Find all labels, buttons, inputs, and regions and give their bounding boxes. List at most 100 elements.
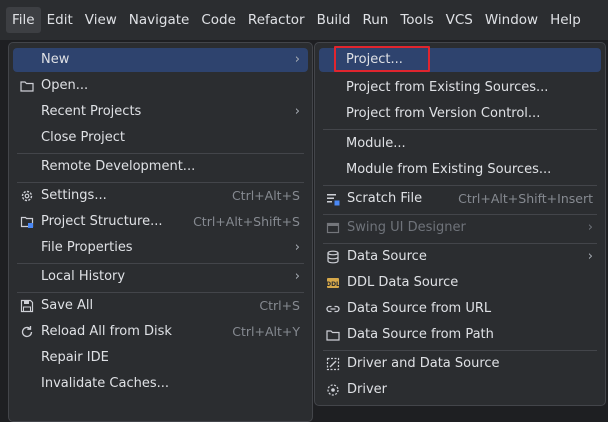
swing-designer-icon xyxy=(325,220,341,236)
menu-separator xyxy=(17,182,304,183)
link-icon xyxy=(325,301,341,317)
new-project-existing-sources[interactable]: Project from Existing Sources... xyxy=(319,76,601,100)
new-module[interactable]: Module... xyxy=(319,132,601,156)
menu-separator xyxy=(323,350,597,351)
chevron-right-icon: › xyxy=(294,52,300,67)
menu-help[interactable]: Help xyxy=(544,7,587,33)
new-project-existing-sources-label: Project from Existing Sources... xyxy=(346,80,549,95)
menu-refactor[interactable]: Refactor xyxy=(242,7,311,33)
new-driver-label: Driver xyxy=(347,382,388,397)
new-project-vcs-label: Project from Version Control... xyxy=(346,106,541,121)
new-swing-ui-designer-label: Swing UI Designer xyxy=(347,220,466,235)
svg-text:DDL: DDL xyxy=(326,281,340,288)
file-menu-new-label: New xyxy=(41,52,70,67)
file-menu-invalidate-caches-label: Invalidate Caches... xyxy=(41,376,170,391)
file-menu-recent-projects[interactable]: Recent Projects › xyxy=(13,100,308,124)
file-menu-local-history[interactable]: Local History › xyxy=(13,265,308,289)
database-icon xyxy=(325,249,341,265)
main-menu-bar: File Edit View Navigate Code Refactor Bu… xyxy=(0,0,608,41)
file-menu-close-project[interactable]: Close Project xyxy=(13,126,308,150)
file-menu-file-properties[interactable]: File Properties › xyxy=(13,236,308,260)
file-menu-reload-all-label: Reload All from Disk xyxy=(41,324,172,339)
chevron-right-icon: › xyxy=(294,269,300,284)
file-menu-save-all-label: Save All xyxy=(41,298,94,313)
new-scratch-file[interactable]: Scratch File Ctrl+Alt+Shift+Insert xyxy=(319,187,601,211)
file-menu-reload-all-shortcut: Ctrl+Alt+Y xyxy=(232,324,300,339)
new-driver-and-data-source-label: Driver and Data Source xyxy=(347,356,500,371)
menu-navigate[interactable]: Navigate xyxy=(123,7,196,33)
save-icon xyxy=(19,298,35,314)
scratch-file-icon xyxy=(325,191,341,207)
menu-separator xyxy=(17,292,304,293)
menu-file[interactable]: File xyxy=(6,7,41,33)
file-menu-repair-ide[interactable]: Repair IDE xyxy=(13,346,308,370)
chevron-right-icon: › xyxy=(294,240,300,255)
new-scratch-file-label: Scratch File xyxy=(347,191,423,206)
new-data-source-url[interactable]: Data Source from URL xyxy=(319,297,601,321)
file-menu-reload-all[interactable]: Reload All from Disk Ctrl+Alt+Y xyxy=(13,320,308,344)
menu-window[interactable]: Window xyxy=(479,7,544,33)
file-menu-remote-development-label: Remote Development... xyxy=(41,159,196,174)
file-menu-file-properties-label: File Properties xyxy=(41,240,133,255)
new-ddl-data-source[interactable]: DDL DDL Data Source xyxy=(319,271,601,295)
file-menu-local-history-label: Local History xyxy=(41,269,126,284)
file-menu-recent-projects-label: Recent Projects xyxy=(41,104,142,119)
new-scratch-file-shortcut: Ctrl+Alt+Shift+Insert xyxy=(458,191,593,206)
menu-separator xyxy=(323,243,597,244)
file-menu-popup: New › Open... Recent Projects › Close Pr… xyxy=(8,42,313,422)
file-menu-settings-label: Settings... xyxy=(41,188,107,203)
new-data-source[interactable]: Data Source › xyxy=(319,245,601,269)
menu-view[interactable]: View xyxy=(79,7,123,33)
file-menu-new[interactable]: New › xyxy=(13,48,308,72)
driver-data-source-icon xyxy=(325,356,341,372)
file-menu-settings-shortcut: Ctrl+Alt+S xyxy=(231,188,300,203)
new-driver[interactable]: Driver xyxy=(319,378,601,402)
file-menu-project-structure[interactable]: Project Structure... Ctrl+Alt+Shift+S xyxy=(13,210,308,234)
new-data-source-url-label: Data Source from URL xyxy=(347,301,492,316)
new-data-source-label: Data Source xyxy=(347,249,427,264)
file-menu-remote-development[interactable]: Remote Development... xyxy=(13,155,308,179)
file-menu-project-structure-shortcut: Ctrl+Alt+Shift+S xyxy=(193,214,300,229)
chevron-right-icon: › xyxy=(294,104,300,119)
ddl-icon: DDL xyxy=(325,275,341,291)
file-menu-close-project-label: Close Project xyxy=(41,130,126,145)
menu-build[interactable]: Build xyxy=(311,7,357,33)
new-data-source-path[interactable]: Data Source from Path xyxy=(319,323,601,347)
gear-icon xyxy=(19,188,35,204)
menu-separator xyxy=(17,153,304,154)
new-module-label: Module... xyxy=(346,136,406,151)
new-module-existing-sources[interactable]: Module from Existing Sources... xyxy=(319,158,601,182)
menu-run[interactable]: Run xyxy=(356,7,394,33)
file-menu-project-structure-label: Project Structure... xyxy=(41,214,163,229)
highlight-box xyxy=(334,46,430,72)
file-menu-invalidate-caches[interactable]: Invalidate Caches... xyxy=(13,372,308,396)
driver-icon xyxy=(325,382,341,398)
new-ddl-data-source-label: DDL Data Source xyxy=(347,275,459,290)
file-menu-save-all-shortcut: Ctrl+S xyxy=(259,298,300,313)
menu-separator xyxy=(323,214,597,215)
project-structure-icon xyxy=(19,214,35,230)
file-menu-open[interactable]: Open... xyxy=(13,74,308,98)
editor-background-left xyxy=(0,40,8,408)
file-menu-repair-ide-label: Repair IDE xyxy=(41,350,109,365)
new-swing-ui-designer: Swing UI Designer › xyxy=(319,216,601,240)
menu-code[interactable]: Code xyxy=(195,7,242,33)
new-project-vcs[interactable]: Project from Version Control... xyxy=(319,102,601,126)
new-data-source-path-label: Data Source from Path xyxy=(347,327,494,342)
menu-separator xyxy=(17,263,304,264)
menu-tools[interactable]: Tools xyxy=(394,7,439,33)
chevron-right-icon: › xyxy=(587,220,593,235)
folder-icon xyxy=(325,327,341,343)
file-menu-settings[interactable]: Settings... Ctrl+Alt+S xyxy=(13,184,308,208)
new-module-existing-sources-label: Module from Existing Sources... xyxy=(346,162,552,177)
menu-separator xyxy=(323,129,597,130)
new-driver-and-data-source[interactable]: Driver and Data Source xyxy=(319,352,601,376)
menu-vcs[interactable]: VCS xyxy=(440,7,479,33)
refresh-icon xyxy=(19,324,35,340)
menu-separator xyxy=(323,185,597,186)
menu-edit[interactable]: Edit xyxy=(41,7,79,33)
folder-icon xyxy=(19,78,35,94)
chevron-right-icon: › xyxy=(587,249,593,264)
file-menu-save-all[interactable]: Save All Ctrl+S xyxy=(13,294,308,318)
file-menu-open-label: Open... xyxy=(41,78,89,93)
